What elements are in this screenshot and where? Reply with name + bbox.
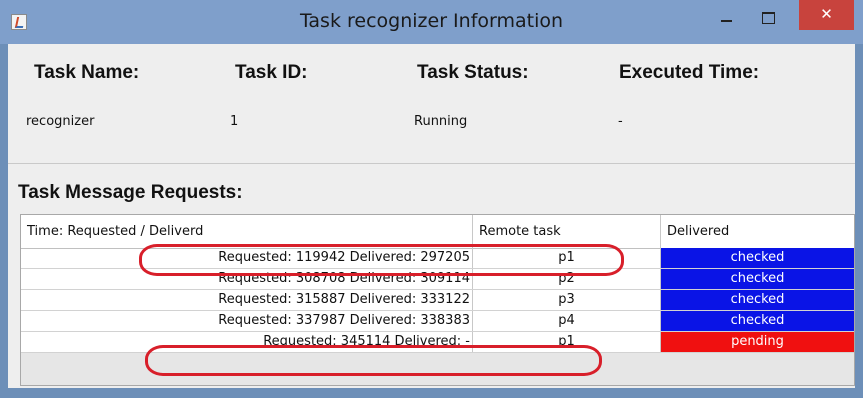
delivered-status-cell: checked: [661, 311, 854, 331]
column-header-remote-task[interactable]: Remote task: [473, 215, 661, 248]
task-status-header: Task Status:: [417, 62, 529, 83]
delivered-status-cell: pending: [661, 332, 854, 352]
table-row[interactable]: Requested: 119942 Delivered: 297205 p1 c…: [21, 248, 854, 269]
table-empty-area: [21, 353, 854, 385]
title-bar[interactable]: Task recognizer Information ✕: [0, 0, 863, 44]
table-row[interactable]: Requested: 337987 Delivered: 338383 p4 c…: [21, 311, 854, 332]
time-cell: Requested: 119942 Delivered: 297205: [21, 248, 473, 268]
time-cell: Requested: 337987 Delivered: 338383: [21, 311, 473, 331]
remote-task-cell: p1: [473, 332, 661, 352]
remote-task-cell: p2: [473, 269, 661, 289]
task-id-header: Task ID:: [235, 62, 308, 83]
task-name-value: recognizer: [26, 114, 95, 129]
table-header: Time: Requested / Deliverd Remote task D…: [21, 215, 854, 249]
task-info-panel: Task Name: Task ID: Task Status: Execute…: [8, 44, 855, 164]
table-row[interactable]: Requested: 345114 Delivered: - p1 pendin…: [21, 332, 854, 353]
task-status-value: Running: [414, 114, 468, 129]
time-cell: Requested: 308708 Delivered: 309114: [21, 269, 473, 289]
column-header-time[interactable]: Time: Requested / Deliverd: [21, 215, 473, 248]
app-window: Task recognizer Information ✕ Task Name:…: [0, 0, 863, 398]
table-row[interactable]: Requested: 308708 Delivered: 309114 p2 c…: [21, 269, 854, 290]
remote-task-cell: p1: [473, 248, 661, 268]
close-button[interactable]: ✕: [799, 0, 854, 30]
remote-task-cell: p3: [473, 290, 661, 310]
time-cell: Requested: 315887 Delivered: 333122: [21, 290, 473, 310]
delivered-status-cell: checked: [661, 248, 854, 268]
message-requests-table: Time: Requested / Deliverd Remote task D…: [20, 214, 855, 386]
task-id-value: 1: [230, 114, 239, 129]
message-requests-title: Task Message Requests:: [18, 182, 243, 203]
delivered-status-cell: checked: [661, 290, 854, 310]
maximize-button[interactable]: [758, 8, 778, 28]
minimize-button[interactable]: [716, 8, 736, 28]
executed-time-header: Executed Time:: [619, 62, 760, 83]
task-name-header: Task Name:: [34, 62, 140, 83]
window-content: Task Name: Task ID: Task Status: Execute…: [8, 44, 855, 388]
delivered-status-cell: checked: [661, 269, 854, 289]
table-row[interactable]: Requested: 315887 Delivered: 333122 p3 c…: [21, 290, 854, 311]
executed-time-value: -: [618, 114, 623, 129]
remote-task-cell: p4: [473, 311, 661, 331]
time-cell: Requested: 345114 Delivered: -: [21, 332, 473, 352]
column-header-delivered[interactable]: Delivered: [661, 215, 854, 248]
